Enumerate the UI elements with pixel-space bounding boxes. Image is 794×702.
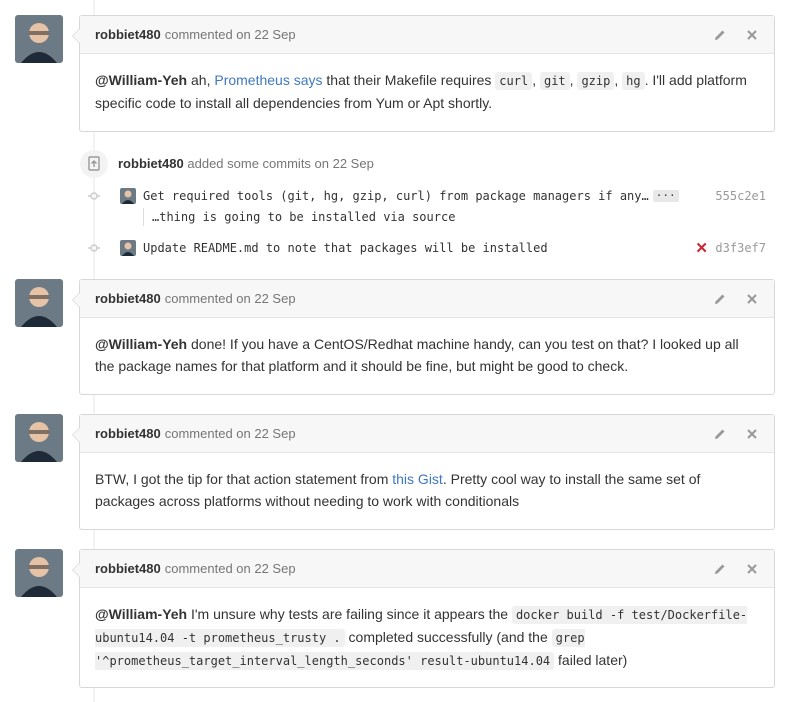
commit-event: robbiet480 added some commits on 22 Sep … [80, 150, 770, 265]
comment-text: I'm unsure why tests are failing since i… [187, 606, 512, 622]
event-author[interactable]: robbiet480 [118, 156, 184, 171]
comment-box: robbiet480 commented on 22 Sep @William-… [72, 549, 775, 688]
code-gzip: gzip [577, 72, 615, 90]
comment-box: robbiet480 commented on 22 Sep BTW, I go… [72, 414, 775, 530]
comment-text: completed successfully (and the [344, 629, 552, 645]
close-icon[interactable] [744, 561, 760, 577]
comment-author[interactable]: robbiet480 [95, 291, 161, 306]
close-icon[interactable] [744, 291, 760, 307]
comment-header: robbiet480 commented on 22 Sep [80, 415, 774, 453]
separator: , [614, 72, 623, 88]
commit-message[interactable]: Update README.md to note that packages w… [143, 241, 548, 255]
comment-body: @William-Yeh I'm unsure why tests are fa… [80, 588, 774, 687]
code-hg: hg [622, 72, 645, 90]
comment-body: BTW, I got the tip for that action state… [80, 453, 774, 527]
prometheus-link[interactable]: Prometheus says [214, 72, 322, 88]
pencil-icon[interactable] [712, 426, 728, 442]
avatar[interactable] [15, 549, 63, 597]
code-git: git [539, 72, 570, 90]
commit-message[interactable]: Get required tools (git, hg, gzip, curl)… [143, 189, 649, 203]
gist-link[interactable]: this Gist [392, 471, 443, 487]
event-action: added some commits on 22 Sep [187, 156, 374, 171]
separator: , [532, 72, 540, 88]
comment-author[interactable]: robbiet480 [95, 426, 161, 441]
comment-text: BTW, I got the tip for that action state… [95, 471, 393, 487]
comment-header: robbiet480 commented on 22 Sep [80, 280, 774, 318]
comment-timestamp[interactable]: commented on 22 Sep [165, 27, 296, 42]
comment-text: ah, [187, 72, 215, 88]
expand-commit-button[interactable]: ··· [652, 190, 679, 202]
avatar[interactable] [120, 188, 136, 204]
comment-header: robbiet480 commented on 22 Sep [80, 550, 774, 588]
avatar[interactable] [15, 414, 63, 462]
user-mention[interactable]: @William-Yeh [95, 336, 187, 352]
commit-dot-icon [88, 244, 100, 252]
comment-timestamp[interactable]: commented on 22 Sep [165, 291, 296, 306]
commit-event-title: robbiet480 added some commits on 22 Sep [118, 156, 374, 171]
comment-body: @William-Yeh done! If you have a CentOS/… [80, 318, 774, 392]
repo-push-icon [80, 150, 108, 178]
comment-box: robbiet480 commented on 22 Sep @William-… [72, 279, 775, 395]
comment-box: robbiet480 commented on 22 Sep @William-… [72, 15, 775, 132]
close-icon[interactable] [744, 426, 760, 442]
pencil-icon[interactable] [712, 27, 728, 43]
pencil-icon[interactable] [712, 291, 728, 307]
avatar[interactable] [120, 240, 136, 256]
pencil-icon[interactable] [712, 561, 728, 577]
comment-timestamp[interactable]: commented on 22 Sep [165, 426, 296, 441]
user-mention[interactable]: @William-Yeh [95, 72, 187, 88]
commit-dot-icon [88, 192, 100, 200]
comment-author[interactable]: robbiet480 [95, 561, 161, 576]
avatar[interactable] [15, 15, 63, 63]
commit-row: Get required tools (git, hg, gzip, curl)… [80, 186, 770, 206]
commit-row: Update README.md to note that packages w… [80, 238, 770, 258]
comment-text: failed later) [554, 652, 628, 668]
comment-author[interactable]: robbiet480 [95, 27, 161, 42]
comment-timestamp[interactable]: commented on 22 Sep [165, 561, 296, 576]
build-failed-icon[interactable]: ✕ [695, 239, 708, 257]
comment-header: robbiet480 commented on 22 Sep [80, 16, 774, 54]
avatar[interactable] [15, 279, 63, 327]
commit-description: …thing is going to be installed via sour… [143, 208, 455, 226]
close-icon[interactable] [744, 27, 760, 43]
commit-sha[interactable]: 555c2e1 [715, 189, 766, 203]
commit-sha[interactable]: d3f3ef7 [715, 241, 766, 255]
comment-text: done! If you have a CentOS/Redhat machin… [95, 336, 739, 374]
comment-body: @William-Yeh ah, Prometheus says that th… [80, 54, 774, 129]
user-mention[interactable]: @William-Yeh [95, 606, 187, 622]
comment-text: that their Makefile requires [322, 72, 496, 88]
code-curl: curl [495, 72, 533, 90]
